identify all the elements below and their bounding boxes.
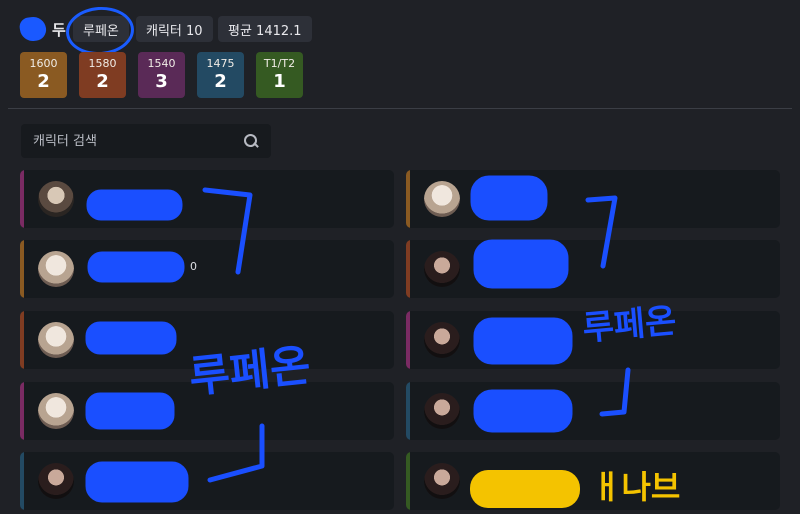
character-card[interactable]: 7: [406, 240, 780, 298]
character-avatar: [424, 251, 460, 287]
tier-color-bar: [20, 240, 24, 298]
tier-count: 2: [37, 71, 50, 92]
tier-color-bar: [20, 170, 24, 228]
tier-badge-1580: 1580 2: [79, 52, 126, 98]
tier-level: T1/T2: [263, 57, 296, 70]
character-avatar: [424, 463, 460, 499]
character-avatar: [424, 181, 460, 217]
tier-summary: 1600 2 1580 2 1540 3 1475 2 T1/T2 1: [20, 52, 303, 98]
character-search: [21, 124, 271, 158]
average-level-chip: 평균 1412.1: [218, 16, 312, 42]
tier-badge-t1t2: T1/T2 1: [256, 52, 303, 98]
character-info: 0: [190, 260, 197, 273]
tier-color-bar: [406, 311, 410, 369]
tier-badge-1540: 1540 3: [138, 52, 185, 98]
tier-color-bar: [406, 240, 410, 298]
character-card[interactable]: [20, 452, 394, 510]
character-card[interactable]: [406, 170, 780, 228]
tier-count: 3: [155, 71, 168, 92]
tier-color-bar: [20, 311, 24, 369]
character-card[interactable]: [20, 170, 394, 228]
character-avatar: [424, 393, 460, 429]
character-avatar: [38, 463, 74, 499]
character-avatar: [424, 322, 460, 358]
tier-color-bar: [20, 452, 24, 510]
character-avatar: [38, 251, 74, 287]
character-card[interactable]: 15: [20, 311, 394, 369]
tier-color-bar: [406, 382, 410, 440]
character-count-chip: 캐릭터 10: [136, 16, 213, 42]
tier-level: 1600: [29, 57, 58, 70]
character-card[interactable]: 화가 15: [20, 382, 394, 440]
tier-color-bar: [406, 452, 410, 510]
character-info: 화가 15: [92, 417, 130, 430]
tier-color-bar: [20, 382, 24, 440]
tier-badge-1600: 1600 2: [20, 52, 67, 98]
profile-name-text: 두: [52, 20, 66, 39]
character-info: 15: [138, 331, 152, 344]
character-card[interactable]: [406, 452, 780, 510]
character-card[interactable]: 0: [20, 240, 394, 298]
character-avatar: [38, 181, 74, 217]
character-card[interactable]: [406, 382, 780, 440]
profile-header: 두 루페온 캐릭터 10 평균 1412.1 1600 2 1580 2 154…: [0, 0, 800, 110]
tier-level: 1475: [206, 57, 235, 70]
character-avatar: [38, 322, 74, 358]
search-input[interactable]: [21, 124, 255, 158]
tier-badge-1475: 1475 2: [197, 52, 244, 98]
tier-level: 1540: [147, 57, 176, 70]
search-icon[interactable]: [243, 133, 259, 149]
character-card[interactable]: [406, 311, 780, 369]
section-divider: [8, 108, 792, 109]
tier-color-bar: [406, 170, 410, 228]
highlight-circle: [64, 4, 136, 58]
tier-count: 2: [214, 71, 227, 92]
tier-count: 1: [273, 71, 286, 92]
tier-count: 2: [96, 71, 109, 92]
tier-level: 1580: [88, 57, 117, 70]
character-info: 7: [558, 260, 565, 273]
profile-name: 두: [18, 15, 66, 43]
redaction-scribble: [18, 15, 48, 43]
character-avatar: [38, 393, 74, 429]
